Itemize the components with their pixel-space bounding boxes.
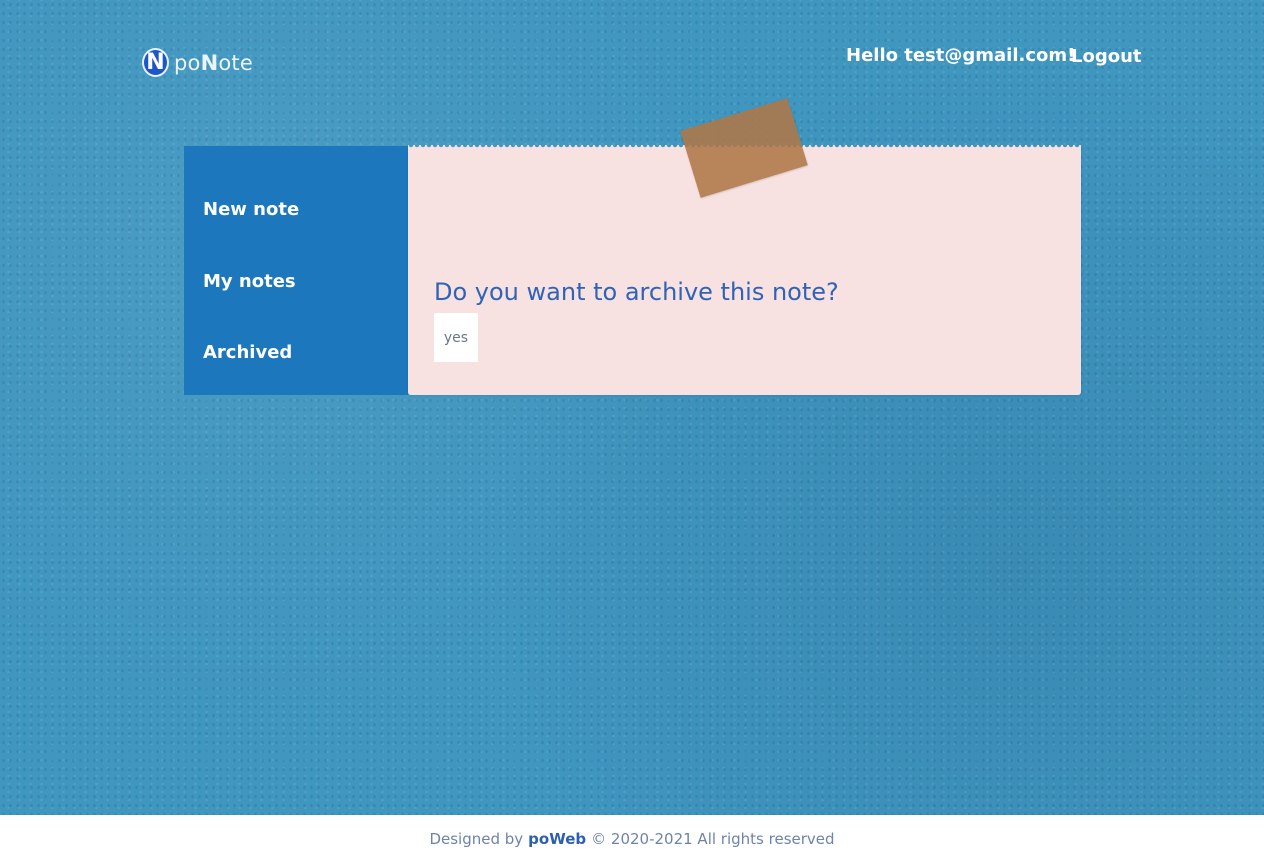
note-card xyxy=(408,148,1081,395)
footer-brand-link[interactable]: poWeb xyxy=(528,830,586,848)
sidebar-item-my-notes[interactable]: My notes xyxy=(203,271,296,292)
footer-copyright: © 2020-2021 All rights reserved xyxy=(591,829,835,848)
textured-background xyxy=(0,0,1264,815)
app-logo[interactable]: N poNote xyxy=(142,48,253,77)
footer: Designed by poWeb © 2020-2021 All rights… xyxy=(0,815,1264,862)
footer-prefix: Designed by xyxy=(429,829,524,848)
user-greeting: Hello test@gmail.com! xyxy=(846,45,1076,66)
sidebar-item-archived[interactable]: Archived xyxy=(203,342,292,363)
sidebar-item-new-note[interactable]: New note xyxy=(203,199,299,220)
confirm-archive-button[interactable]: yes xyxy=(434,313,478,362)
sidebar-nav: New note My notes Archived xyxy=(184,146,408,395)
logo-text: poNote xyxy=(174,50,253,75)
logout-link[interactable]: Logout xyxy=(1071,46,1142,67)
logo-n-icon: N xyxy=(142,48,169,77)
archive-question: Do you want to archive this note? xyxy=(434,278,839,306)
